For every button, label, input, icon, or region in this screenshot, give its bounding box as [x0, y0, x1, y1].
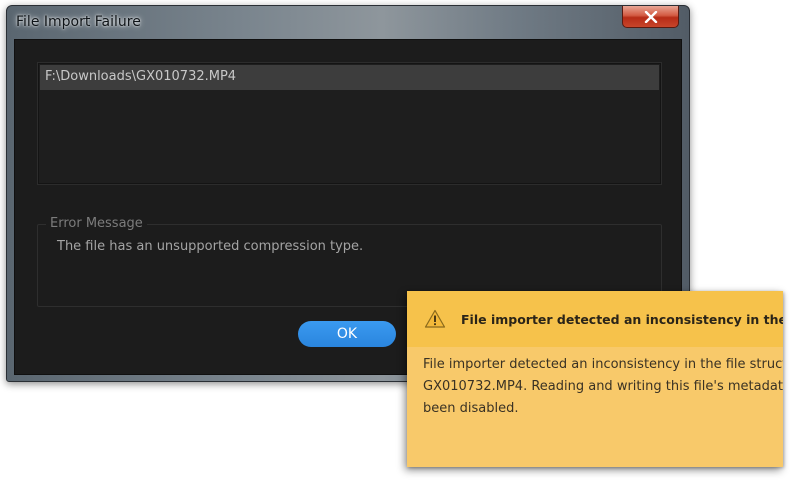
notification-title: File importer detected an inconsistency …	[461, 312, 783, 327]
file-path: F:\Downloads\GX010732.MP4	[45, 69, 237, 84]
ok-button[interactable]: OK	[298, 321, 396, 347]
close-icon	[644, 11, 658, 23]
notification-message: File importer detected an inconsistency …	[423, 354, 783, 420]
close-button[interactable]	[622, 6, 679, 28]
notification-panel: File importer detected an inconsistency …	[407, 291, 783, 467]
error-message-label: Error Message	[46, 216, 147, 231]
notification-message-line: File importer detected an inconsistency …	[423, 357, 783, 372]
notification-header: File importer detected an inconsistency …	[407, 291, 783, 347]
notification-message-line: been disabled.	[423, 401, 519, 416]
dialog-title: File Import Failure	[16, 14, 141, 30]
file-list[interactable]: F:\Downloads\GX010732.MP4	[37, 62, 662, 185]
list-item[interactable]: F:\Downloads\GX010732.MP4	[40, 65, 659, 90]
title-bar[interactable]: File Import Failure	[7, 6, 689, 38]
warning-icon	[424, 309, 446, 328]
notification-message-line: GX010732.MP4. Reading and writing this f…	[423, 379, 783, 394]
error-message-text: The file has an unsupported compression …	[57, 239, 364, 254]
